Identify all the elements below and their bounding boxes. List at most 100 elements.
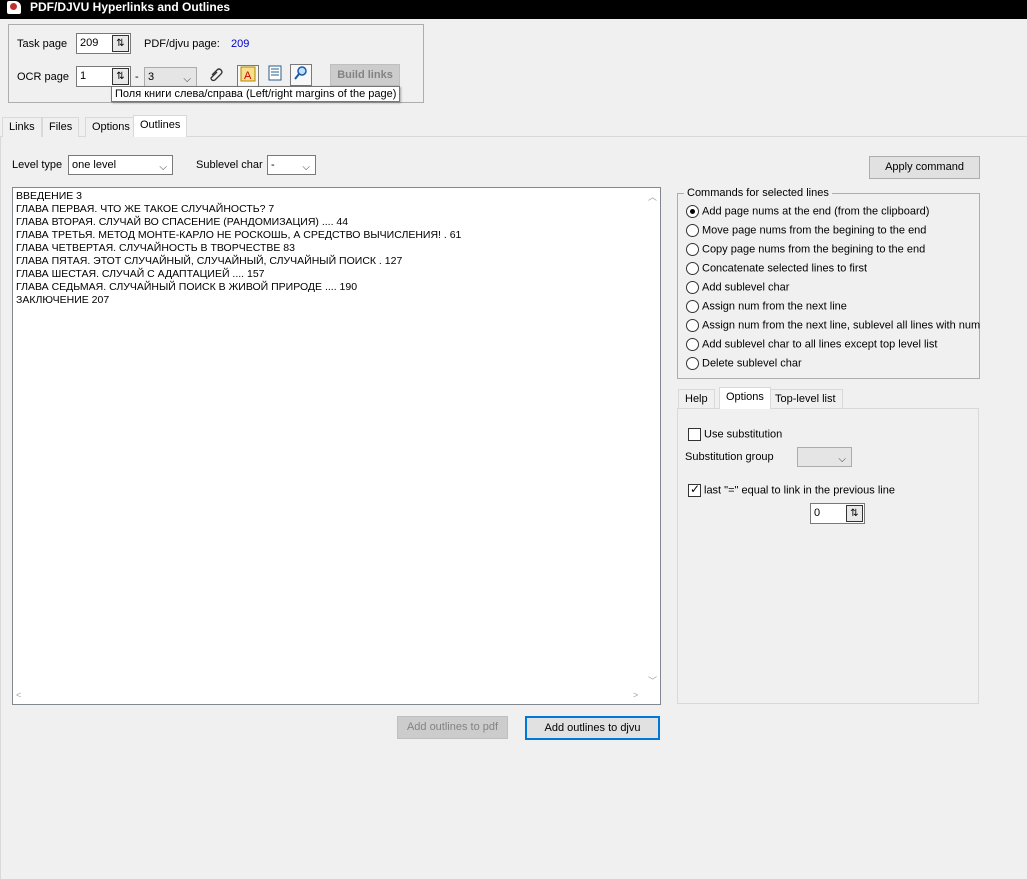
command-option[interactable]: Assign num from the next line, sublevel …: [686, 319, 980, 338]
app-icon: [7, 1, 21, 14]
ocr-page-to-select[interactable]: 3 ⌵: [144, 67, 197, 87]
build-links-button[interactable]: Build links: [330, 64, 400, 86]
tab-outlines-label: Outlines: [140, 119, 181, 131]
offset-value[interactable]: 0: [814, 507, 820, 519]
level-type-value: one level: [72, 159, 117, 171]
radio-button[interactable]: [686, 319, 699, 332]
page-list-icon[interactable]: [264, 65, 286, 87]
window-title: PDF/DJVU Hyperlinks and Outlines: [30, 0, 231, 14]
tooltip-text: Поля книги слева/справа (Left/right marg…: [115, 88, 397, 100]
tab-links-label: Links: [9, 121, 35, 133]
title-bar: PDF/DJVU Hyperlinks and Outlines: [0, 0, 1027, 19]
command-option-label: Add page nums at the end (from the clipb…: [702, 205, 930, 218]
command-option[interactable]: Add page nums at the end (from the clipb…: [686, 205, 929, 224]
level-type-select[interactable]: one level ⌵: [68, 155, 173, 175]
radio-button[interactable]: [686, 224, 699, 237]
sublevel-char-select[interactable]: - ⌵: [267, 155, 316, 175]
outline-line: ЗАКЛЮЧЕНИЕ 207: [16, 294, 110, 306]
ocr-page-value[interactable]: 1: [80, 70, 86, 82]
task-page-label: Task page: [17, 38, 68, 50]
chevron-down-icon: ⌵: [302, 162, 310, 173]
command-option-label: Assign num from the next line: [702, 300, 847, 313]
command-option[interactable]: Concatenate selected lines to first: [686, 262, 867, 281]
command-option[interactable]: Add sublevel char to all lines except to…: [686, 338, 937, 357]
radio-button[interactable]: [686, 205, 699, 218]
apply-command-button[interactable]: Apply command: [869, 156, 980, 179]
outline-line: ГЛАВА СЕДЬМАЯ. СЛУЧАЙНЫЙ ПОИСК В ЖИВОЙ П…: [16, 281, 358, 293]
task-page-value[interactable]: 209: [80, 37, 98, 49]
use-substitution-label: Use substitution: [704, 428, 783, 441]
last-equal-checkbox[interactable]: last "=" equal to link in the previous l…: [688, 482, 895, 497]
sublevel-char-value: -: [271, 159, 275, 171]
radio-button[interactable]: [686, 338, 699, 351]
command-option[interactable]: Delete sublevel char: [686, 357, 802, 376]
commands-group: Commands for selected lines Add page num…: [677, 187, 980, 379]
outline-line: ГЛАВА ТРЕТЬЯ. МЕТОД МОНТЕ-КАРЛО НЕ РОСКО…: [16, 229, 462, 241]
tab-files[interactable]: Files: [42, 117, 80, 137]
chevron-down-icon: ⌵: [838, 454, 846, 465]
spin-arrows-icon[interactable]: ⇅: [846, 505, 863, 522]
scroll-left-icon[interactable]: <: [16, 690, 21, 700]
substitution-group-select[interactable]: ⌵: [797, 447, 852, 467]
tab-options-label: Options: [92, 121, 130, 133]
outline-text-editor[interactable]: ВВЕДЕНИЕ 3 ГЛАВА ПЕРВАЯ. ЧТО ЖЕ ТАКОЕ СЛ…: [12, 187, 661, 705]
sublevel-char-label: Sublevel char: [196, 159, 263, 171]
command-option-label: Add sublevel char: [702, 281, 790, 294]
window-edge: [0, 137, 1, 879]
scroll-right-icon[interactable]: >: [633, 690, 638, 700]
subtab-top-level-list[interactable]: Top-level list: [768, 389, 843, 409]
level-type-label: Level type: [12, 159, 63, 171]
spin-arrows-icon[interactable]: ⇅: [112, 35, 129, 52]
spin-arrows-icon[interactable]: ⇅: [112, 68, 129, 85]
attach-icon[interactable]: [205, 66, 227, 88]
vertical-scrollbar[interactable]: ︿ ﹀: [645, 188, 660, 690]
offset-spinner[interactable]: 0 ⇅: [810, 503, 865, 524]
radio-button[interactable]: [686, 262, 699, 275]
command-option-label: Delete sublevel char: [702, 357, 802, 370]
subtab-top-level-list-label: Top-level list: [775, 393, 836, 405]
add-outlines-djvu-label: Add outlines to djvu: [544, 722, 641, 734]
find-icon[interactable]: [290, 64, 312, 86]
tab-outlines[interactable]: Outlines: [133, 115, 188, 137]
tab-options[interactable]: Options: [85, 117, 137, 137]
pdf-djvu-page-value: 209: [231, 38, 250, 50]
command-option[interactable]: Copy page nums from the begining to the …: [686, 243, 925, 262]
checkbox[interactable]: [688, 482, 701, 497]
subtab-options[interactable]: Options: [719, 387, 771, 409]
ocr-page-dash: -: [135, 71, 139, 83]
text-frame-icon[interactable]: A: [237, 65, 259, 87]
radio-button[interactable]: [686, 300, 699, 313]
command-option-label: Concatenate selected lines to first: [702, 262, 868, 275]
tab-links[interactable]: Links: [2, 117, 42, 137]
use-substitution-checkbox[interactable]: Use substitution: [688, 428, 782, 441]
command-option[interactable]: Add sublevel char: [686, 281, 789, 300]
build-links-label: Build links: [337, 69, 393, 81]
task-page-spinner[interactable]: 209 ⇅: [76, 33, 131, 54]
last-equal-label: last "=" equal to link in the previous l…: [704, 484, 895, 497]
chevron-down-icon: ⌵: [159, 162, 167, 173]
radio-button[interactable]: [686, 281, 699, 294]
radio-button[interactable]: [686, 357, 699, 370]
command-option[interactable]: Assign num from the next line: [686, 300, 847, 319]
svg-text:A: A: [244, 70, 252, 82]
horizontal-scrollbar[interactable]: < >: [13, 689, 645, 704]
command-option[interactable]: Move page nums from the begining to the …: [686, 224, 926, 243]
substitution-group-label: Substitution group: [685, 451, 774, 463]
ocr-page-spinner[interactable]: 1 ⇅: [76, 66, 131, 87]
commands-group-label: Commands for selected lines: [684, 187, 832, 199]
scroll-up-icon[interactable]: ︿: [648, 190, 657, 203]
outline-line: ГЛАВА ШЕСТАЯ. СЛУЧАЙ С АДАПТАЦИЕЙ .... 1…: [16, 268, 265, 280]
radio-button[interactable]: [686, 243, 699, 256]
scroll-down-icon[interactable]: ﹀: [648, 674, 657, 687]
ocr-page-to-value: 3: [148, 71, 155, 83]
add-outlines-pdf-button[interactable]: Add outlines to pdf: [397, 716, 508, 739]
subtab-options-label: Options: [726, 391, 764, 403]
subtab-help-label: Help: [685, 393, 708, 405]
subtab-help[interactable]: Help: [678, 389, 715, 409]
command-option-label: Copy page nums from the begining to the …: [702, 243, 926, 256]
outline-line: ГЛАВА ВТОРАЯ. СЛУЧАЙ ВО СПАСЕНИЕ (РАНДОМ…: [16, 216, 349, 228]
command-option-label: Add sublevel char to all lines except to…: [702, 338, 938, 351]
apply-command-label: Apply command: [885, 161, 964, 173]
checkbox[interactable]: [688, 428, 701, 441]
add-outlines-djvu-button[interactable]: Add outlines to djvu: [525, 716, 660, 740]
